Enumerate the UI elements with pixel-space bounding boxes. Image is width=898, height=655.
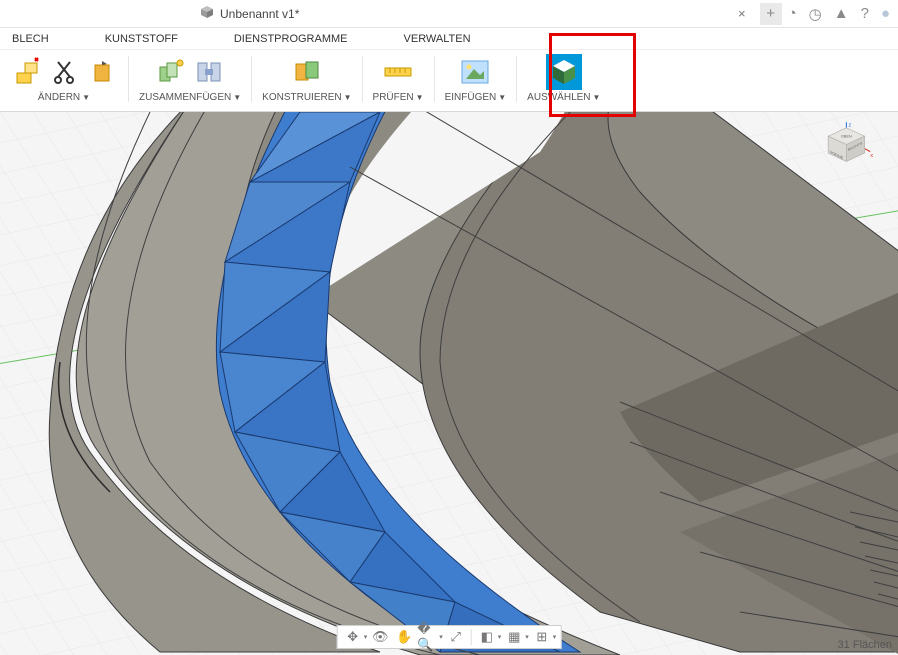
- tab-title: Unbenannt v1*: [220, 7, 299, 21]
- label-pruefen[interactable]: PRÜFEN▼: [373, 92, 424, 103]
- assemble-icon[interactable]: [155, 56, 187, 88]
- chevron-down-icon: ▼: [82, 93, 90, 102]
- menu-verwalten[interactable]: VERWALTEN: [404, 33, 471, 45]
- chevron-down-icon: ▼: [593, 93, 601, 102]
- label-auswaehlen[interactable]: AUSWÄHLEN▼: [527, 92, 600, 103]
- insert-image-icon[interactable]: [459, 56, 491, 88]
- fit-icon[interactable]: ⤢: [445, 627, 467, 647]
- status-text: 31 Flächen: [838, 639, 892, 651]
- app-actions: ◔ ◷ ▲ ? ●: [788, 5, 898, 23]
- viewcube-top-label: OBEN: [841, 135, 852, 139]
- svg-text:x: x: [870, 153, 873, 159]
- chevron-down-icon: ▼: [416, 93, 424, 102]
- zoom-icon[interactable]: �🔍: [417, 627, 439, 647]
- document-tab[interactable]: Unbenannt v1*: [190, 0, 309, 27]
- add-tab-button[interactable]: +: [760, 3, 782, 25]
- menu-blech[interactable]: BLECH: [12, 33, 49, 45]
- close-tab-button[interactable]: ×: [732, 6, 752, 21]
- chevron-down-icon: ▼: [233, 93, 241, 102]
- group-auswaehlen: AUSWÄHLEN▼: [517, 50, 610, 103]
- menu-dienstprogramme[interactable]: DIENSTPROGRAMME: [234, 33, 348, 45]
- label-aendern[interactable]: ÄNDERN▼: [38, 92, 90, 103]
- display-mode-icon[interactable]: ◧: [476, 627, 498, 647]
- group-pruefen: PRÜFEN▼: [363, 50, 434, 103]
- svg-text:z: z: [849, 122, 852, 128]
- material-icon[interactable]: [86, 56, 118, 88]
- joint-icon[interactable]: [193, 56, 225, 88]
- menu-kunststoff[interactable]: KUNSTSTOFF: [105, 33, 178, 45]
- label-zusammenfuegen[interactable]: ZUSAMMENFÜGEN▼: [139, 92, 241, 103]
- press-pull-icon[interactable]: [10, 56, 42, 88]
- history-icon[interactable]: ◷: [809, 5, 822, 23]
- toolbar: ÄNDERN▼ ZUSAMMENFÜGEN▼: [0, 50, 898, 112]
- construct-plane-icon[interactable]: [291, 56, 323, 88]
- menu-bar: BLECH KUNSTSTOFF DIENSTPROGRAMME VERWALT…: [0, 28, 898, 50]
- label-konstruieren[interactable]: KONSTRUIEREN▼: [262, 92, 351, 103]
- select-icon[interactable]: [546, 54, 582, 90]
- group-aendern: ÄNDERN▼: [0, 50, 128, 103]
- cut-icon[interactable]: [48, 56, 80, 88]
- chevron-down-icon: ▼: [498, 93, 506, 102]
- group-einfuegen: EINFÜGEN▼: [435, 50, 517, 103]
- group-zusammenfuegen: ZUSAMMENFÜGEN▼: [129, 50, 251, 103]
- label-einfuegen[interactable]: EINFÜGEN▼: [445, 92, 507, 103]
- navigation-bar: ✥▾ 👁 ✋ �🔍▾ ⤢ ◧▾ ▦▾ ⊞▾: [337, 625, 562, 649]
- extensions-icon[interactable]: ◔: [788, 5, 797, 22]
- avatar-icon[interactable]: ●: [881, 5, 890, 22]
- measure-icon[interactable]: [382, 56, 414, 88]
- help-icon[interactable]: ?: [861, 5, 869, 22]
- look-at-icon[interactable]: 👁: [369, 627, 391, 647]
- chevron-down-icon: ▼: [344, 93, 352, 102]
- orbit-icon[interactable]: ✥: [342, 627, 364, 647]
- pan-icon[interactable]: ✋: [393, 627, 415, 647]
- view-cube[interactable]: z x OBEN VORNE RECHTS: [824, 118, 880, 174]
- notifications-icon[interactable]: ▲: [834, 5, 849, 22]
- group-konstruieren: KONSTRUIEREN▼: [252, 50, 361, 103]
- modeling-canvas[interactable]: z x OBEN VORNE RECHTS ✥▾ 👁 ✋ �🔍▾ ⤢ ◧▾ ▦▾…: [0, 112, 898, 655]
- tab-bar: Unbenannt v1* × + ◔ ◷ ▲ ? ●: [0, 0, 898, 28]
- viewport-icon[interactable]: ⊞: [531, 627, 553, 647]
- grid-icon[interactable]: ▦: [503, 627, 525, 647]
- cube-icon: [200, 5, 214, 22]
